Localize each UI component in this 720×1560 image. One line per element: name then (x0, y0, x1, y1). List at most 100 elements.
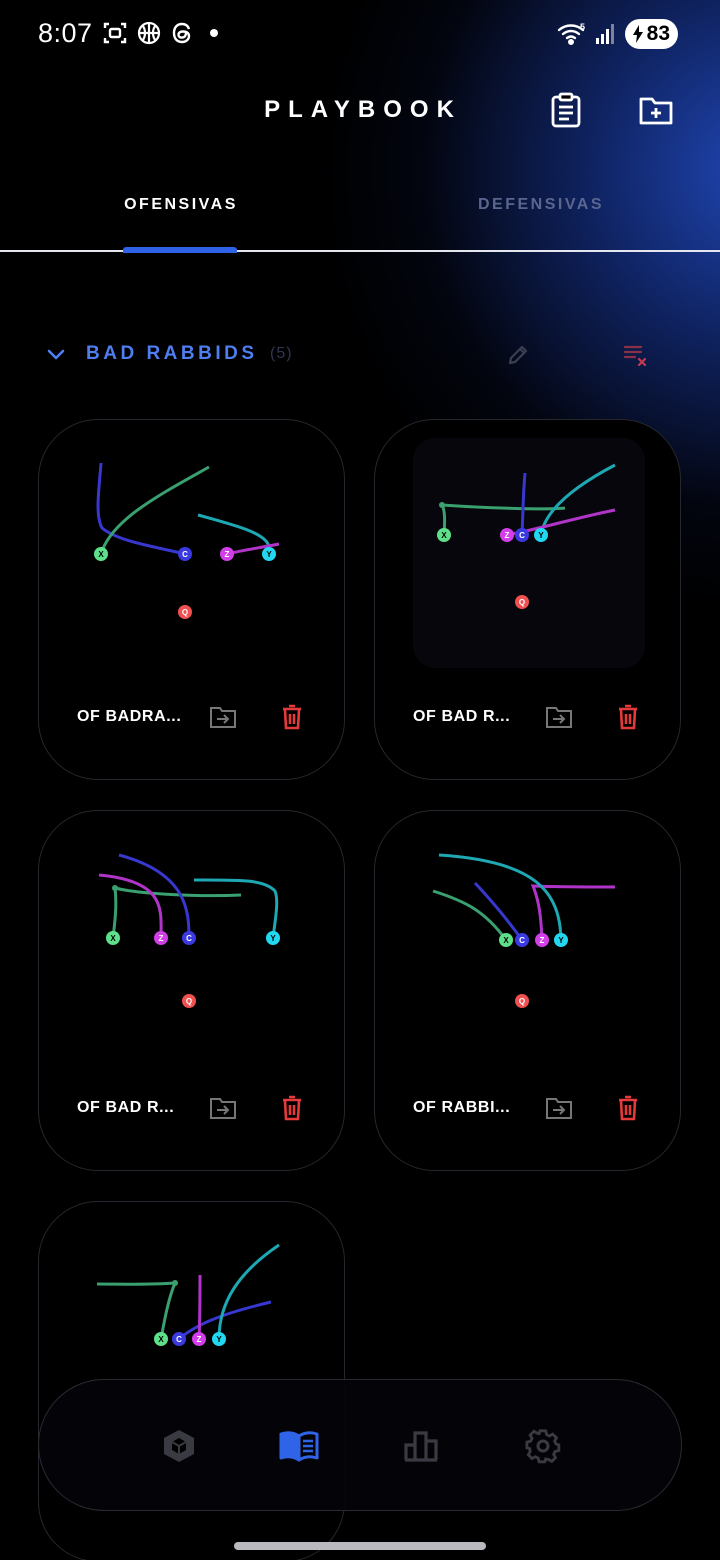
tab-indicator (123, 247, 237, 253)
battery-indicator: 83 (624, 19, 678, 49)
player-c: C (515, 528, 529, 542)
play-card[interactable]: X C Z Y Q OF BADRA... (38, 419, 345, 780)
move-to-folder-icon (546, 1098, 572, 1119)
group-title: BAD RABBIDS (86, 343, 258, 364)
delete-play-button[interactable] (614, 1093, 642, 1123)
home-indicator[interactable] (234, 1542, 486, 1550)
chevron-down-icon (47, 349, 65, 360)
tab-bar: OFENSIVAS DEFENSIVAS (0, 180, 720, 252)
svg-text:X: X (110, 934, 116, 943)
svg-text:Z: Z (505, 531, 510, 540)
player-q: Q (178, 605, 192, 619)
play-title: OF RABBI... (413, 1099, 511, 1116)
play-title: OF BAD R... (77, 1099, 175, 1116)
player-q: Q (515, 994, 529, 1008)
svg-text:C: C (519, 531, 525, 540)
player-z: Z (220, 547, 234, 561)
nav-playbook[interactable] (277, 1424, 321, 1468)
svg-text:Q: Q (182, 608, 188, 617)
move-to-folder-icon (546, 707, 572, 728)
play-card[interactable]: X Z C Y Q OF BAD R... (38, 810, 345, 1171)
player-q: Q (182, 994, 196, 1008)
player-y: Y (262, 547, 276, 561)
svg-text:5: 5 (580, 22, 585, 32)
svg-text:X: X (98, 550, 104, 559)
svg-text:Z: Z (225, 550, 230, 559)
group-header[interactable]: BAD RABBIDS (5) (0, 330, 720, 380)
player-x: X (106, 931, 120, 945)
add-folder-icon (639, 97, 673, 125)
player-x: X (154, 1332, 168, 1346)
player-z: Z (500, 528, 514, 542)
status-bar: 8:07 5 83 (0, 0, 720, 70)
player-q: Q (515, 595, 529, 609)
svg-text:Y: Y (216, 1335, 222, 1344)
screenshot-icon (103, 22, 127, 44)
svg-text:Q: Q (519, 598, 525, 607)
play-diagram: X Z C Y Q (413, 438, 645, 668)
player-c: C (172, 1332, 186, 1346)
edit-group-button[interactable] (505, 342, 531, 373)
svg-text:X: X (503, 936, 509, 945)
play-diagram: X Z C Y Q (98, 853, 280, 1008)
battery-level: 83 (646, 22, 670, 45)
play-diagram: X C Z Y Q (94, 462, 280, 619)
svg-text:Q: Q (519, 997, 525, 1006)
svg-text:Z: Z (159, 934, 164, 943)
pencil-icon (508, 345, 528, 365)
app-header: PLAYBOOK (0, 80, 720, 140)
play-title: OF BAD R... (413, 708, 511, 725)
play-title: OF BADRA... (77, 708, 182, 725)
stats-icon (404, 1431, 438, 1462)
move-play-button[interactable] (543, 702, 575, 732)
nav-formations[interactable] (157, 1424, 201, 1468)
play-card[interactable]: X Z C Y Q OF BAD R... (374, 419, 681, 780)
player-z: Z (154, 931, 168, 945)
player-c: C (178, 547, 192, 561)
tab-defensivas[interactable]: DEFENSIVAS (391, 196, 691, 214)
status-time: 8:07 (38, 18, 93, 48)
player-z: Z (192, 1332, 206, 1346)
player-c: C (182, 931, 196, 945)
status-right: 5 83 (557, 19, 678, 49)
delete-play-button[interactable] (614, 702, 642, 732)
page-title: PLAYBOOK (264, 96, 462, 123)
move-play-button[interactable] (207, 702, 239, 732)
move-play-button[interactable] (207, 1093, 239, 1123)
svg-text:C: C (519, 936, 525, 945)
tab-ofensivas[interactable]: OFENSIVAS (31, 196, 331, 214)
threads-icon (172, 22, 191, 44)
player-y: Y (554, 933, 568, 947)
trash-icon (619, 1095, 637, 1121)
svg-text:Z: Z (197, 1335, 202, 1344)
cube-icon (164, 1430, 194, 1462)
add-folder-button[interactable] (636, 90, 676, 130)
trash-icon (283, 1095, 301, 1121)
clipboard-button[interactable] (546, 90, 586, 130)
clipboard-icon (551, 92, 581, 128)
svg-text:C: C (176, 1335, 182, 1344)
nav-stats[interactable] (399, 1424, 443, 1468)
collapse-toggle[interactable] (44, 342, 68, 371)
move-to-folder-icon (210, 707, 236, 728)
delete-play-button[interactable] (278, 702, 306, 732)
settings-icon (525, 1429, 561, 1464)
svg-text:Z: Z (540, 936, 545, 945)
move-play-button[interactable] (543, 1093, 575, 1123)
nav-settings[interactable] (521, 1424, 565, 1468)
svg-text:X: X (158, 1335, 164, 1344)
player-x: X (437, 528, 451, 542)
playbook-icon (279, 1431, 319, 1462)
play-card[interactable]: X C Z Y Q OF RABBI... (374, 810, 681, 1171)
delete-play-button[interactable] (278, 1093, 306, 1123)
player-x: X (94, 547, 108, 561)
svg-text:C: C (182, 550, 188, 559)
signal-icon (595, 24, 614, 44)
move-to-folder-icon (210, 1098, 236, 1119)
player-c: C (515, 933, 529, 947)
charging-icon (632, 25, 643, 43)
clear-list-icon (623, 345, 647, 367)
clear-group-button[interactable] (622, 342, 650, 373)
svg-text:Y: Y (558, 936, 564, 945)
player-y: Y (534, 528, 548, 542)
